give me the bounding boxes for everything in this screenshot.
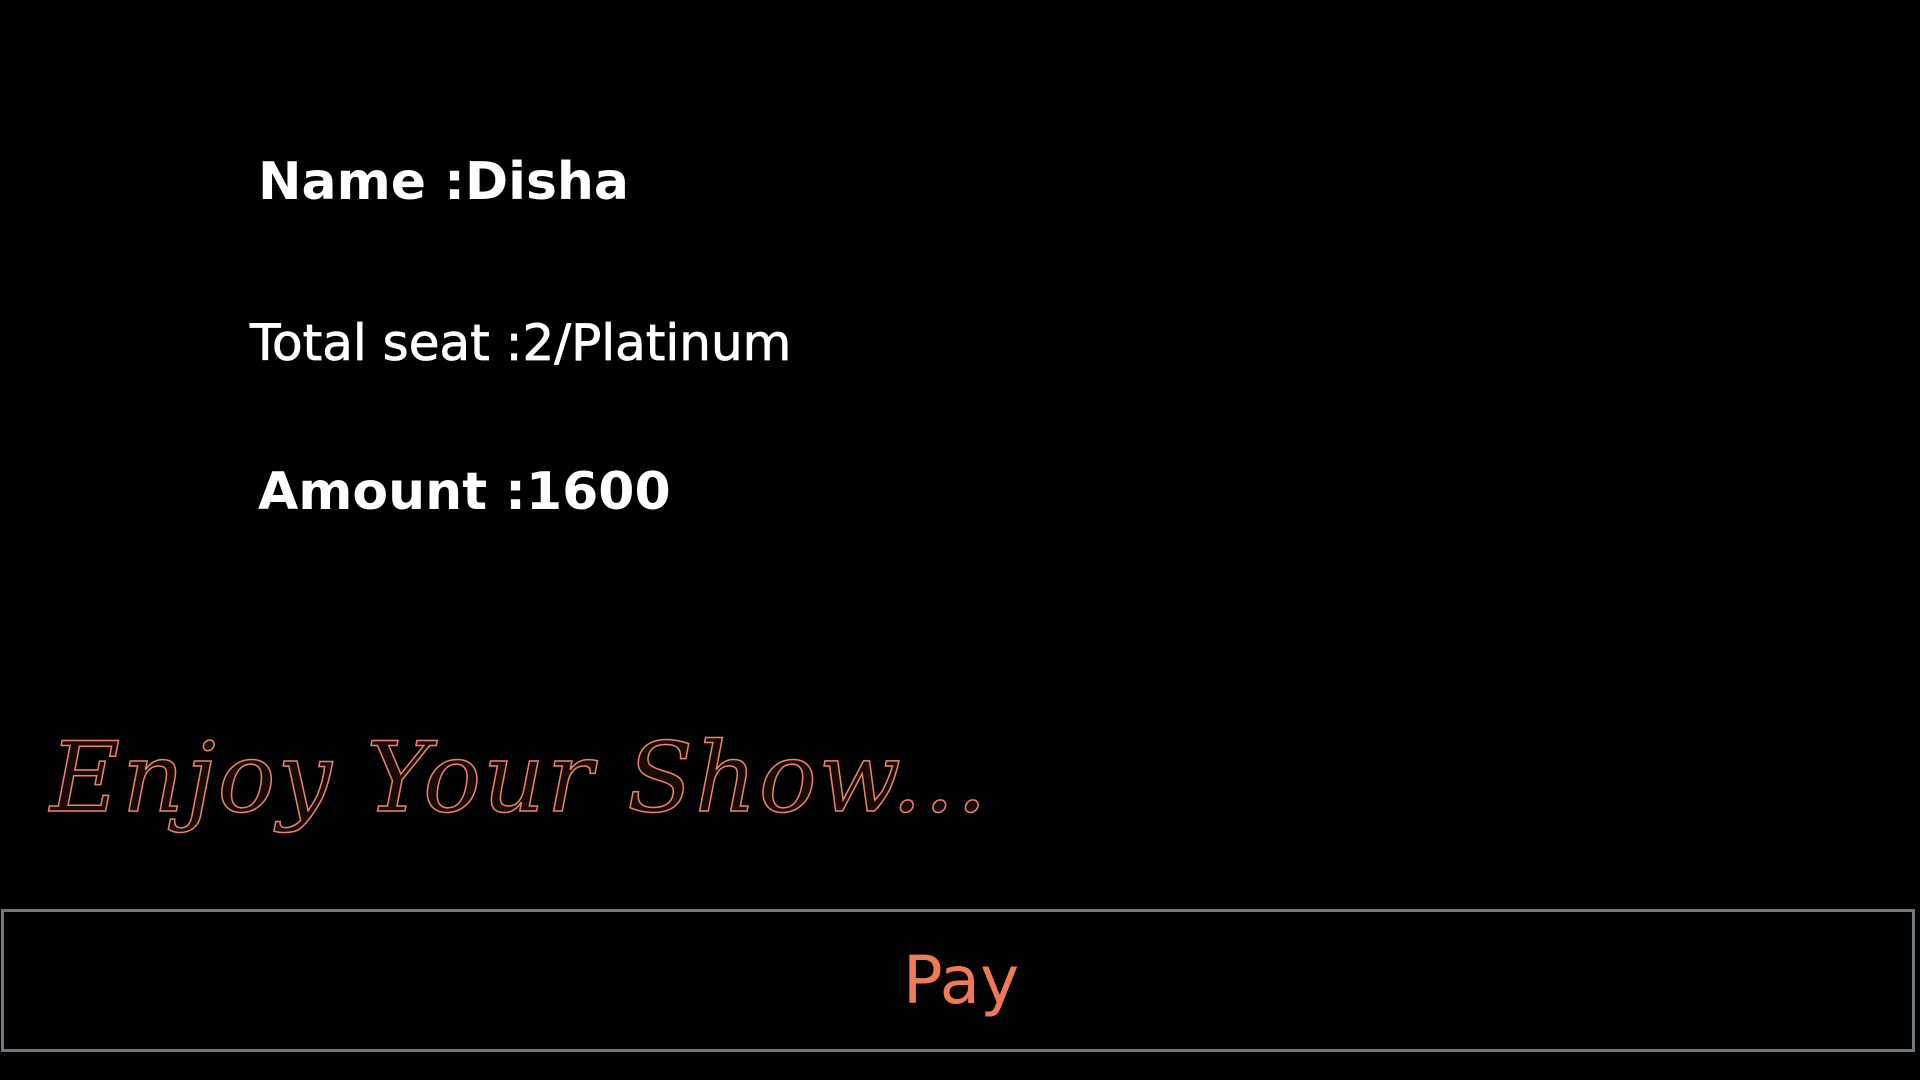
enjoy-show-tagline: Enjoy Your Show... <box>49 722 989 834</box>
total-seat-text: Total seat :2/Platinum <box>250 314 792 372</box>
customer-name-text: Name :Disha <box>258 152 630 212</box>
booking-summary-screen: Name :Disha Total seat :2/Platinum Amoun… <box>0 0 1920 1080</box>
pay-button-label: Pay <box>902 941 1020 1019</box>
amount-text: Amount :1600 <box>258 462 671 522</box>
pay-button[interactable]: Pay <box>1 909 1915 1052</box>
